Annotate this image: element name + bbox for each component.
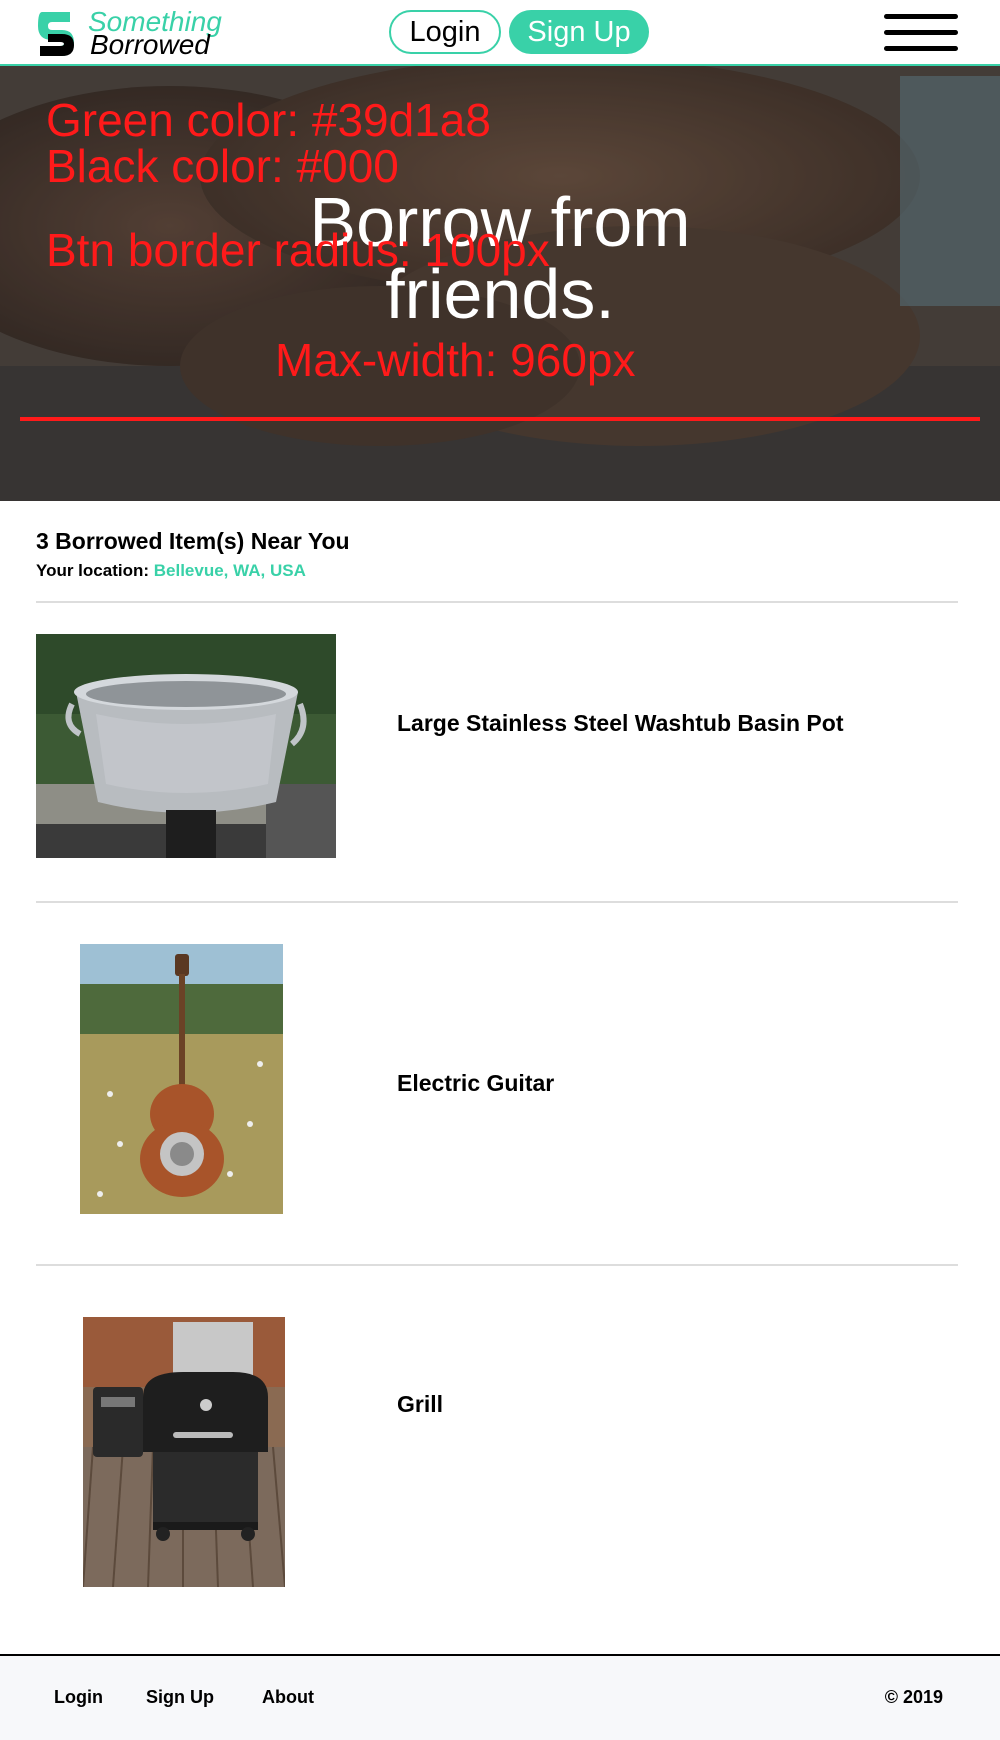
items-count-title: 3 Borrowed Item(s) Near You <box>36 528 350 554</box>
logo-icon <box>38 12 74 56</box>
divider <box>36 1264 958 1266</box>
location-label: Your location: <box>36 561 150 580</box>
item-title-guitar[interactable]: Electric Guitar <box>397 1069 554 1097</box>
grill-photo <box>83 1317 285 1587</box>
item-image-guitar[interactable] <box>80 944 283 1214</box>
location-link[interactable]: Bellevue, WA, USA <box>154 561 306 580</box>
footer-link-login[interactable]: Login <box>54 1686 103 1708</box>
logo-text-borrowed: Borrowed <box>90 29 210 60</box>
max-width-guide-line <box>20 417 980 421</box>
annotation-green-color: Green color: #39d1a8 <box>46 94 491 146</box>
site-footer: Login Sign Up About © 2019 <box>0 1654 1000 1740</box>
hero-banner: Borrow from friends. Green color: #39d1a… <box>0 66 1000 501</box>
listing-header: 3 Borrowed Item(s) Near You Your locatio… <box>36 527 958 581</box>
copyright: © 2019 <box>884 1687 943 1707</box>
item-image-grill[interactable] <box>83 1317 285 1587</box>
footer-link-about[interactable]: About <box>262 1686 314 1708</box>
washtub-photo <box>36 634 336 858</box>
annotation-max-width: Max-width: 960px <box>275 334 636 386</box>
item-image-washtub[interactable] <box>36 634 336 858</box>
guitar-photo <box>80 944 283 1214</box>
hamburger-icon[interactable] <box>884 14 958 52</box>
divider <box>36 601 958 603</box>
item-title-washtub[interactable]: Large Stainless Steel Washtub Basin Pot <box>397 709 843 737</box>
divider <box>36 901 958 903</box>
location-line: Your location: Bellevue, WA, USA <box>36 561 958 581</box>
footer-link-signup[interactable]: Sign Up <box>146 1686 214 1708</box>
site-header: Something Borrowed Login Sign Up <box>0 0 1000 66</box>
item-title-grill[interactable]: Grill <box>397 1390 443 1418</box>
login-button[interactable]: Login <box>389 10 501 54</box>
annotation-button-radius: Btn border radius: 100px <box>46 224 550 276</box>
signup-button[interactable]: Sign Up <box>509 10 649 54</box>
annotation-black-color: Black color: #000 <box>46 140 399 192</box>
logo[interactable]: Something Borrowed <box>36 6 246 60</box>
